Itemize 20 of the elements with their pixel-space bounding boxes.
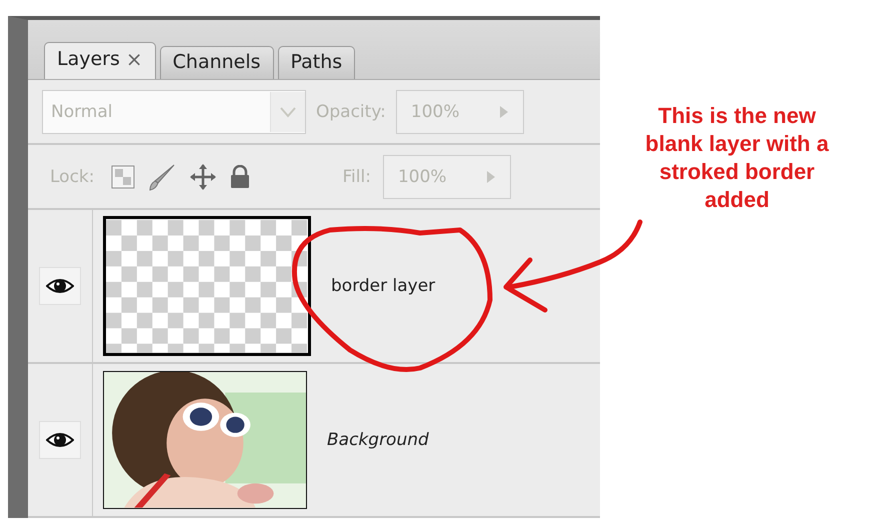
opacity-label: Opacity: [316, 102, 386, 122]
slider-arrow-icon[interactable] [498, 104, 509, 119]
layer-name[interactable]: border layer [331, 276, 436, 296]
eye-icon[interactable] [39, 421, 81, 460]
lock-label: Lock: [50, 166, 94, 187]
transparent-thumbnail[interactable] [103, 216, 311, 356]
brush-icon[interactable] [146, 162, 176, 192]
panel-tab[interactable]: Layers × [44, 42, 156, 79]
panel-tab[interactable]: Paths [278, 46, 356, 79]
chevron-icon [270, 92, 305, 132]
eye-icon[interactable] [39, 267, 81, 306]
annotation-text: This is the new blank layer with a stroked border added [644, 102, 830, 214]
layer-name[interactable]: Background [327, 430, 429, 450]
fill-label: Fill: [342, 166, 371, 187]
panel-tab[interactable]: Channels [160, 46, 274, 79]
slider-arrow-icon[interactable] [486, 170, 496, 184]
close-button[interactable]: × [126, 47, 143, 71]
lock-icon[interactable] [228, 164, 250, 189]
checkerboard-icon[interactable] [110, 164, 134, 189]
move-icon[interactable] [188, 162, 216, 191]
